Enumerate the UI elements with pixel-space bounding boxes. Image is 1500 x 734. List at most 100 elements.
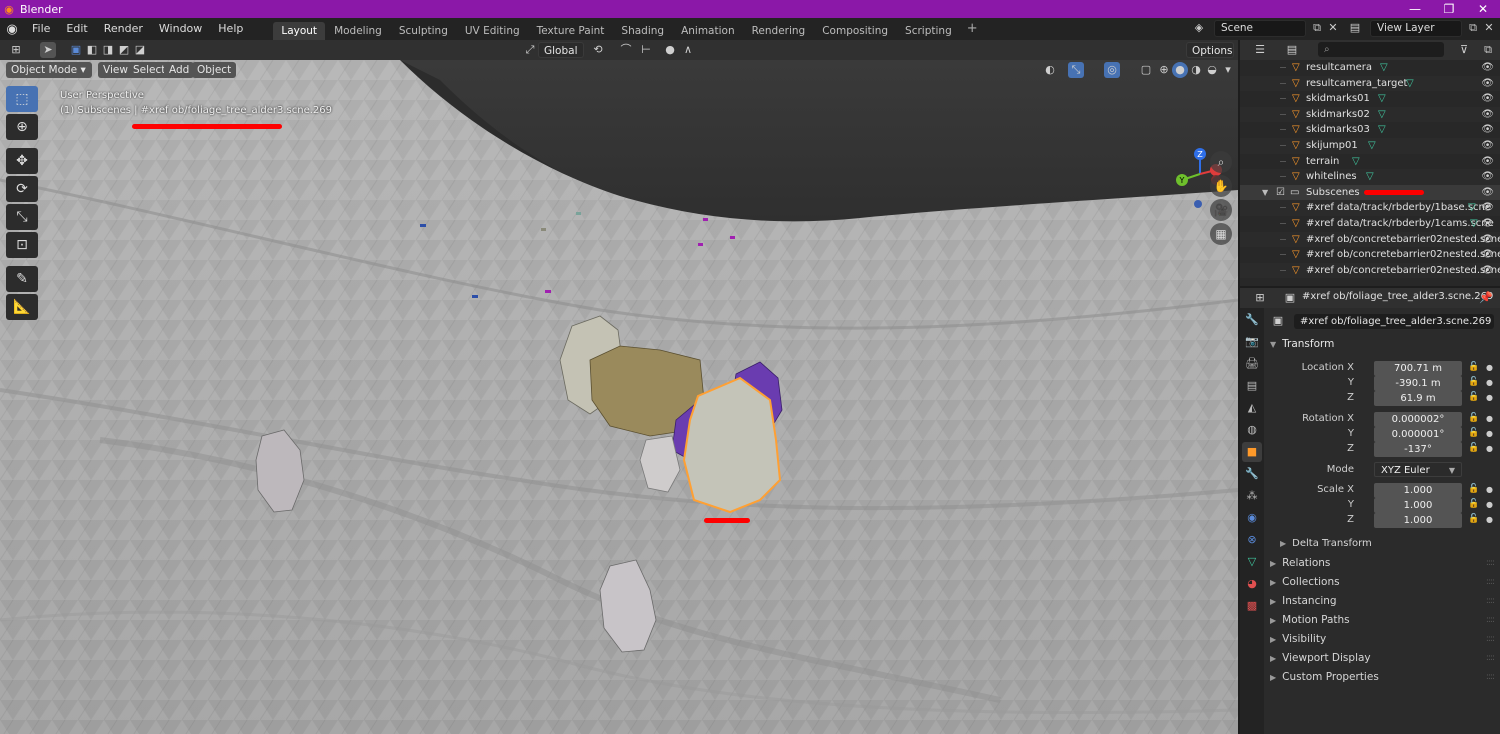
lock-icon[interactable]: 🔓	[1468, 514, 1479, 524]
visibility-eye-icon[interactable]: 👁	[1481, 263, 1494, 279]
visibility-eye-icon[interactable]: 👁	[1481, 138, 1494, 154]
select-tool-icon[interactable]: ➤	[40, 42, 56, 58]
select-box-tool[interactable]: ⬚	[6, 86, 38, 112]
instancing-panel[interactable]: ▶ Instancing	[1270, 595, 1337, 607]
panel-grip-icon[interactable]: ::::	[1486, 653, 1495, 663]
visibility-eye-icon[interactable]: 👁	[1481, 76, 1494, 92]
select-subtract-icon[interactable]: ◨	[100, 42, 116, 58]
location-y-field[interactable]: -390.1 m	[1374, 376, 1462, 391]
collections-panel[interactable]: ▶ Collections	[1270, 576, 1340, 588]
lock-icon[interactable]: 🔓	[1468, 362, 1479, 372]
tab-animation[interactable]: Animation	[673, 22, 743, 40]
close-button[interactable]: ✕	[1466, 0, 1500, 18]
data-tab-icon[interactable]: ▽	[1242, 552, 1262, 572]
menu-object[interactable]: Object	[192, 62, 237, 78]
custom-properties-panel[interactable]: ▶ Custom Properties	[1270, 671, 1379, 683]
material-tab-icon[interactable]: ◕	[1242, 574, 1262, 594]
rotation-y-field[interactable]: 0.000001°	[1374, 427, 1462, 442]
falloff-icon[interactable]: ∧	[680, 42, 696, 58]
scene-tab-icon[interactable]: ◭	[1242, 398, 1262, 418]
3d-viewport[interactable]: User Perspective (1) Subscenes | #xref o…	[0, 60, 1238, 734]
visibility-panel[interactable]: ▶ Visibility	[1270, 633, 1326, 645]
scene-selector[interactable]: Scene	[1214, 20, 1306, 37]
rotation-z-field[interactable]: -137°	[1374, 442, 1462, 457]
ortho-grid-icon[interactable]: ▦	[1210, 223, 1232, 245]
object-name-field[interactable]: #xref ob/foliage_tree_alder3.scne.269	[1294, 314, 1494, 329]
visibility-eye-icon[interactable]: 👁	[1481, 169, 1494, 185]
scale-icon[interactable]: ⤡	[6, 204, 38, 230]
tab-uv-editing[interactable]: UV Editing	[457, 22, 528, 40]
tab-compositing[interactable]: Compositing	[814, 22, 896, 40]
tab-rendering[interactable]: Rendering	[744, 22, 814, 40]
panel-grip-icon[interactable]: ::::	[1486, 615, 1495, 625]
object-tab-icon[interactable]: ■	[1242, 442, 1262, 462]
zoom-icon[interactable]: ⌕	[1210, 151, 1232, 173]
menu-edit[interactable]: Edit	[58, 18, 95, 40]
keyframe-dot-icon[interactable]: ●	[1486, 485, 1493, 494]
rotation-x-field[interactable]: 0.000002°	[1374, 412, 1462, 427]
visibility-eye-icon[interactable]: 👁	[1481, 247, 1494, 263]
menu-file[interactable]: File	[24, 18, 58, 40]
keyframe-dot-icon[interactable]: ●	[1486, 444, 1493, 453]
pan-hand-icon[interactable]: ✋	[1210, 175, 1232, 197]
tool-tab-icon[interactable]: 🔧	[1242, 310, 1262, 330]
transform-icon[interactable]: ⊡	[6, 232, 38, 258]
outliner-row[interactable]: ▽ resultcamera ▽ 👁	[1240, 60, 1500, 76]
new-view-layer-icon[interactable]: ⧉	[1466, 21, 1480, 35]
tab-scripting[interactable]: Scripting	[897, 22, 960, 40]
lock-icon[interactable]: 🔓	[1468, 392, 1479, 402]
physics-tab-icon[interactable]: ◉	[1242, 508, 1262, 528]
scale-x-field[interactable]: 1.000	[1374, 483, 1462, 498]
lock-icon[interactable]: 🔓	[1468, 428, 1479, 438]
outliner-search-input[interactable]: ⌕	[1318, 42, 1444, 57]
visibility-eye-icon[interactable]: 👁	[1481, 200, 1494, 216]
wireframe-shading-icon[interactable]: ⊕	[1156, 62, 1172, 78]
delta-transform-subpanel[interactable]: ▶ Delta Transform	[1280, 538, 1372, 549]
relations-panel[interactable]: ▶ Relations	[1270, 557, 1330, 569]
view-layer-browse-icon[interactable]: ▤	[1348, 21, 1362, 35]
lock-icon[interactable]: 🔓	[1468, 484, 1479, 494]
annotate-icon[interactable]: ✎	[6, 266, 38, 292]
location-z-field[interactable]: 61.9 m	[1374, 391, 1462, 406]
menu-render[interactable]: Render	[96, 18, 151, 40]
keyframe-dot-icon[interactable]: ●	[1486, 363, 1493, 372]
expand-arrow-icon[interactable]: ▼	[1262, 185, 1268, 201]
orientation-dropdown[interactable]: Global	[538, 42, 584, 58]
proportional-edit-icon[interactable]: ●	[662, 42, 678, 58]
move-icon[interactable]: ✥	[6, 148, 38, 174]
visibility-filter-icon[interactable]: ◐	[1042, 62, 1058, 78]
keyframe-dot-icon[interactable]: ●	[1486, 429, 1493, 438]
lock-icon[interactable]: 🔓	[1468, 499, 1479, 509]
material-shading-icon[interactable]: ◑	[1188, 62, 1204, 78]
select-invert-icon[interactable]: ◩	[116, 42, 132, 58]
lock-icon[interactable]: 🔓	[1468, 413, 1479, 423]
xray-toggle-icon[interactable]: ▢	[1138, 62, 1154, 78]
outliner-row[interactable]: ▽ skidmarks02 ▽ 👁	[1240, 106, 1500, 123]
constraints-tab-icon[interactable]: ⊗	[1242, 530, 1262, 550]
visibility-eye-icon[interactable]: 👁	[1481, 232, 1494, 248]
outliner-row[interactable]: ▽ skidmarks03 ▽ 👁	[1240, 122, 1500, 138]
motion-paths-panel[interactable]: ▶ Motion Paths	[1270, 614, 1350, 626]
checkbox-icon[interactable]: ☑	[1276, 185, 1285, 201]
display-mode-icon[interactable]: ▤	[1284, 42, 1300, 58]
overlays-toggle-icon[interactable]: ◎	[1104, 62, 1120, 78]
outliner-editor-icon[interactable]: ☰	[1252, 42, 1268, 58]
visibility-eye-icon[interactable]: 👁	[1481, 216, 1494, 232]
add-workspace-button[interactable]: +	[961, 18, 984, 40]
camera-view-icon[interactable]: 🎥	[1210, 199, 1232, 221]
outliner-row[interactable]: ▽ whitelines ▽ 👁	[1240, 169, 1500, 185]
render-tab-icon[interactable]: 📷	[1242, 332, 1262, 352]
keyframe-dot-icon[interactable]: ●	[1486, 515, 1493, 524]
view-layer-tab-icon[interactable]: ▤	[1242, 376, 1262, 396]
outliner-row[interactable]: ▽ skidmarks01 ▽ 👁	[1240, 91, 1500, 107]
modifier-tab-icon[interactable]: 🔧	[1242, 464, 1262, 484]
editor-type-icon[interactable]: ⊞	[8, 42, 24, 58]
visibility-eye-icon[interactable]: 👁	[1481, 185, 1494, 201]
blender-menu-icon[interactable]: ◉	[0, 22, 24, 37]
rotate-icon[interactable]: ⟳	[6, 176, 38, 202]
world-tab-icon[interactable]: ◍	[1242, 420, 1262, 440]
tab-shading[interactable]: Shading	[613, 22, 672, 40]
keyframe-dot-icon[interactable]: ●	[1486, 393, 1493, 402]
menu-add[interactable]: Add	[164, 62, 195, 78]
tab-texture-paint[interactable]: Texture Paint	[529, 22, 613, 40]
